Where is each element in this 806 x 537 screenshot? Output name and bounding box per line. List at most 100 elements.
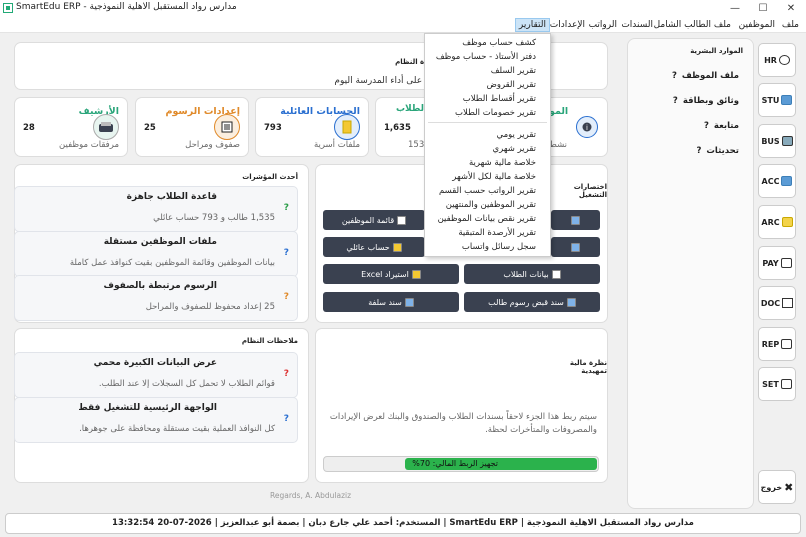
menu-item-all-months-summary[interactable]: خلاصة مالية لكل الأشهر [452,172,536,182]
menu-salaries[interactable]: الرواتب [586,18,620,32]
menu-file[interactable]: ملف [779,18,802,32]
menu-item-student-installments[interactable]: تقرير أقساط الطلاب [463,94,536,104]
stat-value: 25 [144,123,156,133]
button-label: استيراد Excel [361,269,409,279]
exit-icon: ✖ [784,480,794,494]
nav-bus-button[interactable]: BUS [758,124,796,158]
stat-sub: مرفقات موظفين [59,140,119,150]
menu-item-monthly-summary[interactable]: خلاصة مالية شهرية [469,158,536,168]
question-icon: ? [696,146,702,156]
svg-text:i: i [586,124,588,132]
menu-item-monthly-report[interactable]: تقرير شهري [493,144,537,154]
menu-settings[interactable]: الإعدادات [547,18,588,32]
question-icon: ? [283,369,289,379]
sidebar-item-employee-file[interactable]: ملف الموظف? [672,71,739,81]
indicator-item: قاعدة الطلاب جاهزة 1,535 طالب و 793 حساب… [14,186,298,232]
save-icon [404,297,414,307]
button-label: قائمة الموظفين [341,215,395,225]
stat-card-students[interactable]: 1,635 153 الطلاب [375,97,428,157]
bus-icon [781,136,793,146]
status-bar: مدارس رواد المستقبل الاهلية النموذجية | … [5,513,801,534]
menu-employees[interactable]: الموظفين [736,18,778,32]
note-body: قوائم الطلاب لا تحمل كل السجلات إلا عند … [98,379,275,389]
sidebar-item-label: متابعة [713,121,739,131]
button-label: سند قبض رسوم طالب [488,297,564,307]
nav-stu-button[interactable]: STU [758,83,796,117]
question-icon: ? [672,96,678,106]
nav-label: BUS [761,136,780,146]
info-shortcut-button[interactable] [551,210,600,230]
maximize-button[interactable]: ☐ [750,0,776,17]
menu-item-whatsapp-log[interactable]: سجل رسائل واتساب [462,242,536,252]
menu-item-employee-ledger[interactable]: دفتر الأستاذ - حساب موظف [436,52,536,62]
question-icon: ? [703,121,709,131]
stat-title: المو [549,106,569,117]
notes-title: ملاحظات النظام [241,337,298,345]
nav-acc-button[interactable]: ACC [758,164,796,198]
menu-student-file[interactable]: ملف الطالب الشامل [651,18,734,32]
sidebar-item-documents[interactable]: وثائق وبطاقة? [673,96,739,106]
card-icon [571,242,580,252]
card-shortcut-button[interactable] [551,237,600,257]
question-icon: ? [283,203,289,213]
nav-rep-button[interactable]: REP [758,327,796,361]
menu-vouchers[interactable]: السندات [618,18,656,32]
nav-arc-button[interactable]: ARC [758,205,796,239]
exit-button[interactable]: خروج ✖ [758,470,796,504]
stat-value: 28 [23,123,35,133]
nav-label: SET [762,379,779,389]
minimize-button[interactable]: — [722,0,748,17]
menu-bar: ملف الموظفين ملف الطالب الشامل السندات ا… [0,17,806,33]
indicator-body: بيانات الموظفين وقائمة الموظفين بقيت كنو… [69,258,275,268]
menu-item-employee-statement[interactable]: كشف حساب موظف [462,38,536,48]
info-icon: i [576,116,598,138]
nav-set-button[interactable]: SET [758,367,796,401]
sidebar-item-follow-up[interactable]: متابعة? [704,121,739,131]
menu-item-daily-report[interactable]: تقرير يومي [496,130,536,140]
advance-voucher-button[interactable]: سند سلفة [323,292,459,312]
menu-item-loans-report[interactable]: تقرير القروض [487,80,536,90]
info-icon [778,55,790,65]
info-icon [571,215,580,225]
nav-pay-button[interactable]: PAY [758,246,796,280]
stat-sub: نشط [549,140,568,150]
excel-import-button[interactable]: استيراد Excel [323,264,459,284]
progress-label: تجهيز الربط المالي: 70% [412,459,498,468]
sidebar-item-updates[interactable]: تحديثات? [696,146,739,156]
report-icon [781,339,793,349]
stat-sub: صفوف ومراحل [185,140,240,150]
student-data-button[interactable]: بيانات الطلاب [464,264,600,284]
stat-card-employees[interactable]: المو نشط i [549,97,608,157]
fee-receipt-button[interactable]: سند قبض رسوم طالب [464,292,600,312]
stat-card-fees[interactable]: إعدادات الرسوم 25 صفوف ومراحل [135,97,249,157]
sidebar-title: الموارد البشرية [690,47,743,55]
employee-list-button[interactable]: قائمة الموظفين [323,210,425,230]
list-icon [551,269,561,279]
nav-label: ACC [761,176,780,186]
nav-label: DOC [760,298,781,308]
card-icon [781,95,793,105]
menu-item-employees-terminated[interactable]: تقرير الموظفين والمنتهين [446,200,536,210]
indicator-head: الرسوم مرتبطة بالصفوف [103,281,217,291]
shortcuts-title: اختصارات التشغيل [573,183,607,199]
menu-item-missing-employee-data[interactable]: تقرير نقص بيانات الموظفين [438,214,536,224]
menu-item-salaries-by-dept[interactable]: تقرير الرواتب حسب القسم [439,186,536,196]
stat-card-family-accounts[interactable]: الحسابات العائلية 793 ملفات أسرية [255,97,369,157]
menu-reports[interactable]: التقارير [514,18,550,32]
nav-doc-button[interactable]: DOC [758,286,796,320]
family-account-button[interactable]: حساب عائلي [323,237,425,257]
menu-item-remaining-balances[interactable]: تقرير الأرصدة المتبقية [458,228,536,238]
menu-item-advances-report[interactable]: تقرير السلف [491,66,536,76]
indicator-head: قاعدة الطلاب جاهزة [126,192,217,202]
financial-progress-bar: تجهيز الربط المالي: 70% [323,456,599,472]
stat-title: الطلاب [396,104,428,114]
indicator-item: ملفات الموظفين مستقلة بيانات الموظفين وق… [14,231,298,277]
menu-item-student-discounts[interactable]: تقرير خصومات الطلاب [455,108,536,118]
question-icon: ? [283,414,289,424]
stat-card-archive[interactable]: الأرشيف 28 مرفقات موظفين [14,97,128,157]
nav-hr-button[interactable]: HR [758,43,796,77]
stat-sub: 153 [408,140,425,150]
close-button[interactable]: ✕ [778,0,804,17]
hr-sidebar: الموارد البشرية ملف الموظف? وثائق وبطاقة… [627,38,754,509]
indicator-head: ملفات الموظفين مستقلة [103,237,217,247]
